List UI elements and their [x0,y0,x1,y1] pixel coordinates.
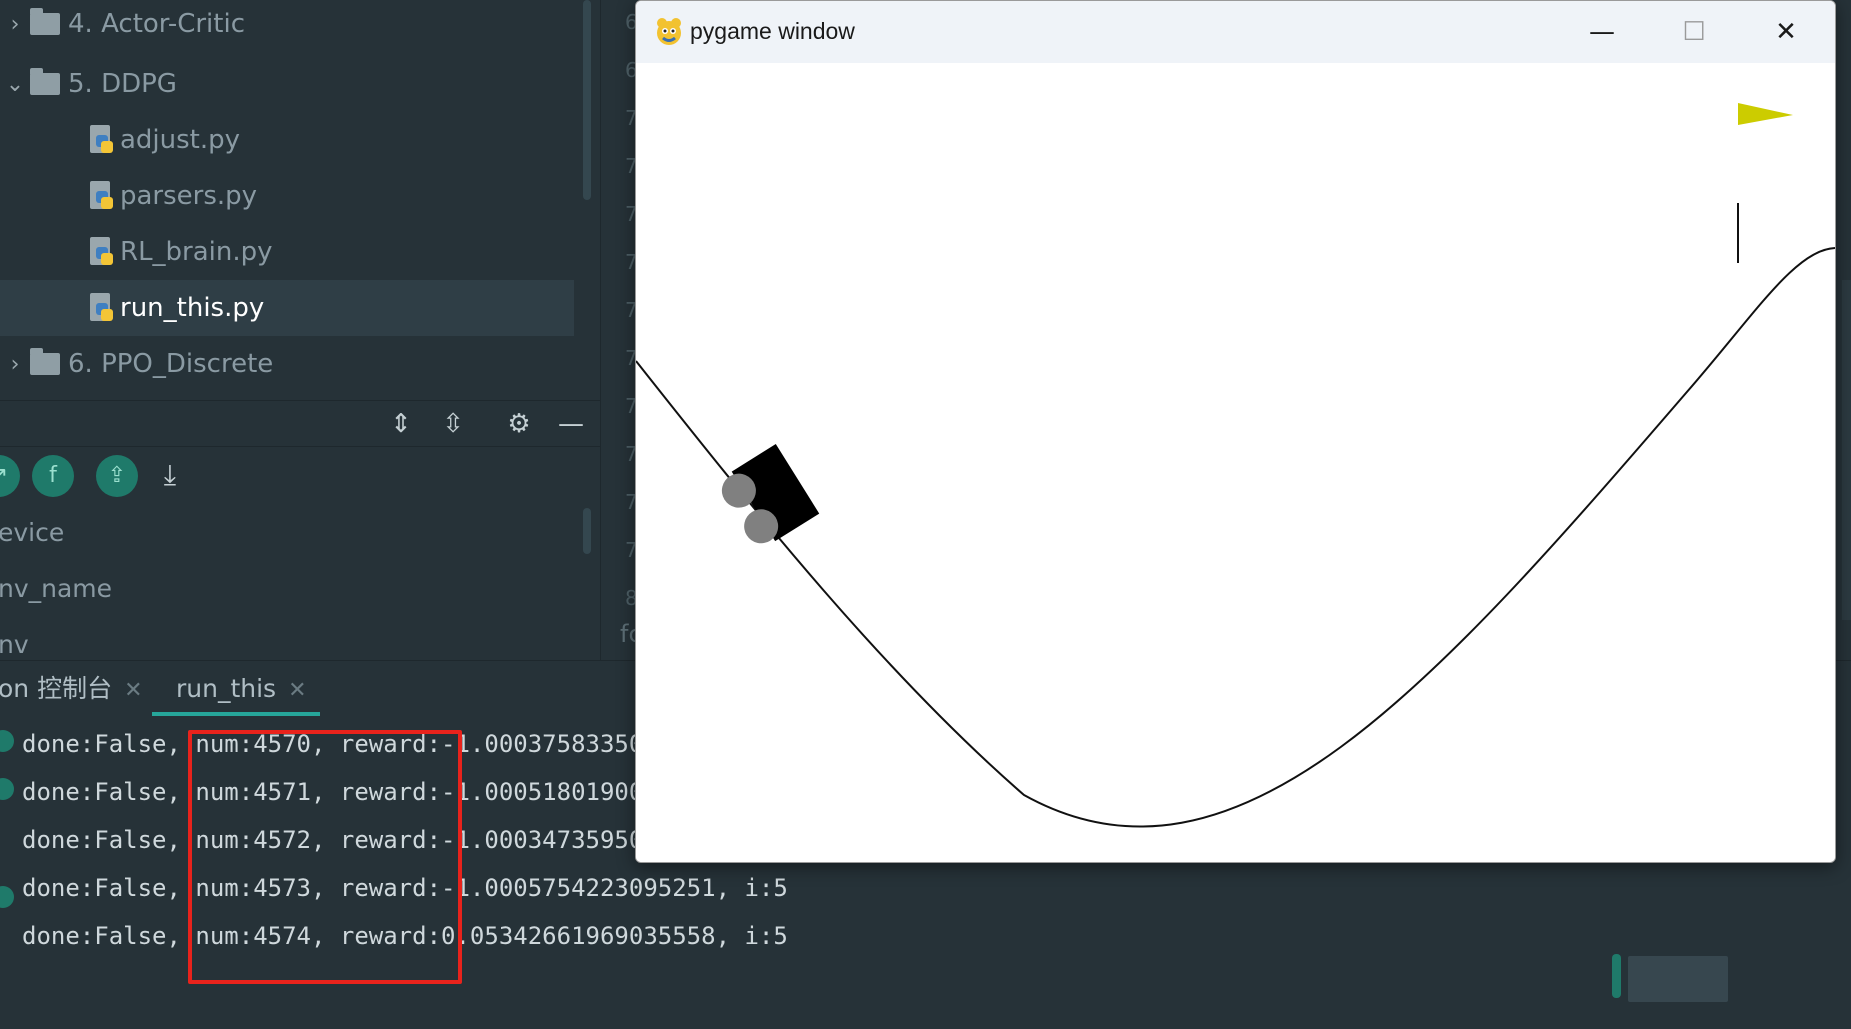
restore-icon[interactable] [0,886,14,908]
structure-scrollbar[interactable] [583,508,591,554]
tab-python-console[interactable]: on 控制台 ✕ [0,661,143,717]
tree-scrollbar[interactable] [583,0,591,200]
close-button[interactable]: ✕ [1740,1,1832,63]
pygame-window[interactable]: pygame window — ☐ ✕ [635,0,1836,863]
close-icon[interactable]: ✕ [288,678,306,703]
tree-item-label: RL_brain.py [120,237,273,267]
tree-folder-ppo-discrete[interactable]: › 6. PPO_Discrete [0,336,574,392]
navigate-icon[interactable]: ↗ [0,455,20,497]
minimize-button[interactable]: — [1556,1,1648,63]
minimize-icon[interactable]: — [556,409,586,439]
field-icon[interactable]: f [32,455,74,497]
python-file-icon [88,237,114,267]
field-badge: f [49,463,57,488]
close-icon[interactable]: ✕ [124,678,142,703]
tree-folder-actor-critic[interactable]: › 4. Actor-Critic [0,0,574,52]
window-title: pygame window [690,18,855,44]
maximize-button[interactable]: ☐ [1648,1,1740,63]
chevron-down-icon[interactable]: ⌄ [0,72,30,97]
python-file-icon [88,181,114,211]
tab-run-this[interactable]: run_this ✕ [176,661,307,717]
tree-file-parsers[interactable]: parsers.py [0,168,574,224]
folder-icon [30,8,60,35]
collapse-all-icon[interactable]: ⇳ [438,409,468,439]
console-toolbar [0,716,16,1029]
tree-file-adjust[interactable]: adjust.py [0,112,574,168]
car [721,444,820,544]
editor-gutter: 6 6 7 7 7 7 7 7 7 7 7 7 8 [600,0,640,660]
pygame-logo-icon [657,18,681,45]
sort-up-icon[interactable]: ⇪ [96,455,138,497]
structure-toolbar: ↗ f ⇪ ⤓ [0,446,600,502]
tree-item-label: parsers.py [120,181,258,211]
tab-label: on 控制台 [0,674,113,703]
tab-label: run_this [176,674,277,703]
stop-icon[interactable] [0,778,14,800]
console-minimap[interactable] [1628,956,1728,1002]
project-tree: › 4. Actor-Critic ⌄ 5. DDPG adjust.py pa… [0,0,591,400]
tree-file-run-this[interactable]: run_this.py [0,280,574,336]
tree-toolbar: ⇕ ⇳ ⚙ — [0,400,600,446]
hill-curve [636,247,1835,828]
tree-item-label: 4. Actor-Critic [68,9,245,39]
folder-icon [30,348,60,375]
tree-item-label: adjust.py [120,125,241,155]
tree-file-rl-brain[interactable]: RL_brain.py [0,224,574,280]
gear-icon[interactable]: ⚙ [504,409,534,439]
annotation-highlight-box [188,730,462,984]
python-file-icon [88,125,114,155]
mountain-car-canvas [636,63,1835,862]
tree-item-label: 5. DDPG [68,69,177,99]
flag [1738,103,1793,125]
tree-item-label: run_this.py [120,293,265,323]
folder-icon [30,68,60,95]
rerun-icon[interactable] [0,730,14,752]
right-panel-edge [1842,280,1851,620]
chevron-right-icon[interactable]: › [0,12,30,37]
console-scroll-indicator[interactable] [1612,954,1621,998]
sort-down-icon[interactable]: ⤓ [150,455,190,495]
chevron-right-icon[interactable]: › [0,352,30,377]
structure-item[interactable]: nv_name [0,564,578,614]
window-titlebar[interactable]: pygame window — ☐ ✕ [636,1,1835,63]
structure-item[interactable]: evice [0,508,578,558]
python-file-icon [88,293,114,323]
tree-folder-ddpg[interactable]: ⌄ 5. DDPG [0,56,574,112]
tree-item-label: 6. PPO_Discrete [68,349,274,379]
expand-all-icon[interactable]: ⇕ [386,409,416,439]
